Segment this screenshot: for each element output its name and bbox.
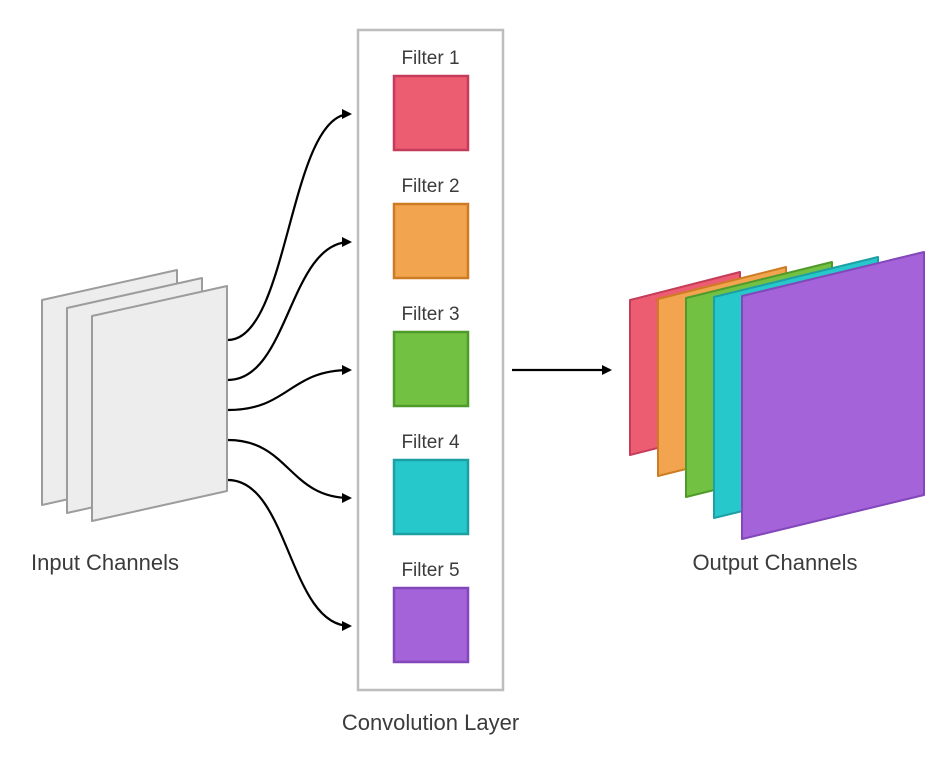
filter-square-2 xyxy=(394,204,468,278)
filter-label-2: Filter 2 xyxy=(401,176,459,197)
filter-label-1: Filter 1 xyxy=(401,48,459,69)
filter-square-3 xyxy=(394,332,468,406)
diagram-svg: Input Channels Filter 1 Filter 2 Filter 3 Fi… xyxy=(0,0,933,753)
filter-square-4 xyxy=(394,460,468,534)
arrow-input-to-filter-5 xyxy=(228,480,350,626)
arrow-input-to-filter-1 xyxy=(228,114,350,340)
arrow-input-to-filter-4 xyxy=(228,440,350,498)
filter-label-3: Filter 3 xyxy=(401,304,459,325)
output-plane-5 xyxy=(742,252,924,539)
convolution-diagram: Input Channels Filter 1 Filter 2 Filter 3 Fi… xyxy=(0,0,933,753)
layer-label: Convolution Layer xyxy=(342,710,519,735)
filter-square-1 xyxy=(394,76,468,150)
output-label: Output Channels xyxy=(692,550,857,575)
input-label: Input Channels xyxy=(31,550,179,575)
filter-square-5 xyxy=(394,588,468,662)
arrow-input-to-filter-2 xyxy=(228,242,350,380)
filter-label-4: Filter 4 xyxy=(401,432,460,453)
input-plane-3 xyxy=(92,286,227,521)
filter-label-5: Filter 5 xyxy=(401,560,459,581)
